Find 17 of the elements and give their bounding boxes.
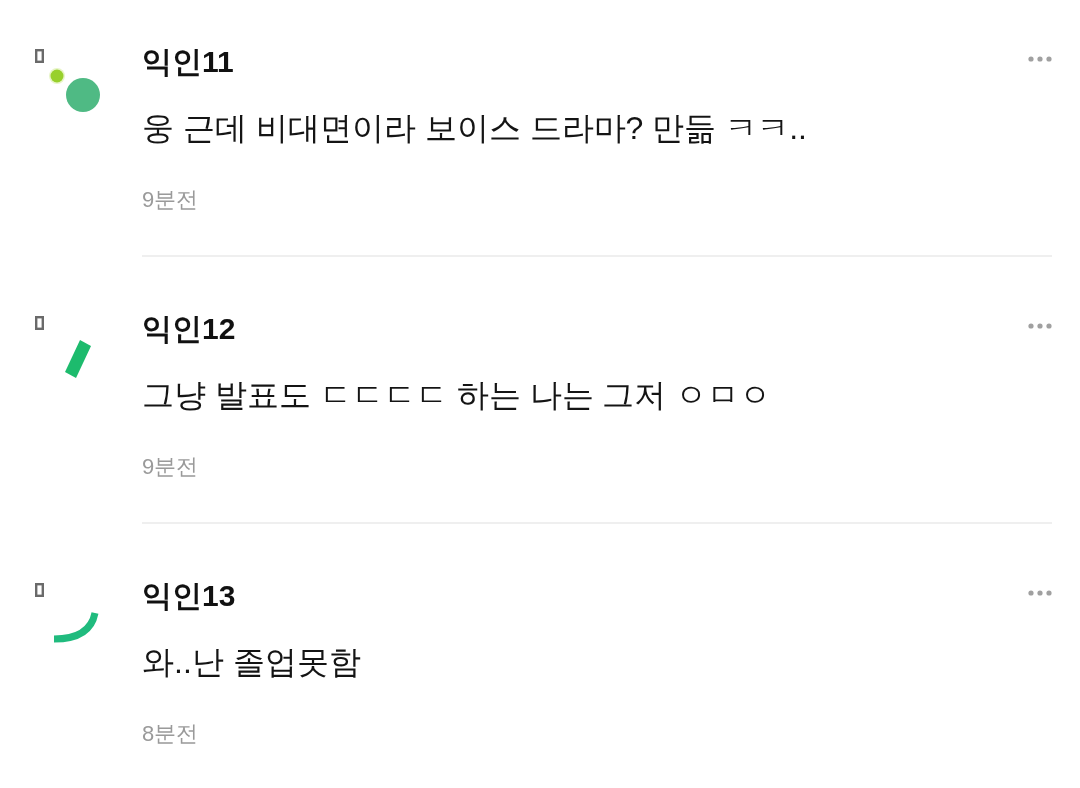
- author-name: 익인13: [142, 578, 236, 614]
- author-name: 익인12: [142, 311, 236, 347]
- more-icon[interactable]: [1028, 323, 1052, 329]
- more-icon[interactable]: [1028, 590, 1052, 596]
- timestamp: 9분전: [142, 453, 200, 481]
- box-glyph-icon: [35, 583, 44, 597]
- comment-text: 웅 근데 비대면이라 보이스 드라마? 만듦 ㅋㅋ..: [142, 109, 808, 148]
- timestamp: 9분전: [142, 186, 200, 214]
- more-icon[interactable]: [1028, 56, 1052, 62]
- box-glyph-icon: [35, 49, 44, 63]
- timestamp: 8분전: [142, 720, 200, 748]
- dots-avatar-icon: [48, 67, 100, 112]
- bar-avatar-icon: [64, 339, 91, 378]
- comment-text: 그냥 발표도 ㄷㄷㄷㄷ 하는 나는 그저 ㅇㅁㅇ: [142, 376, 773, 415]
- author-name: 익인11: [142, 44, 234, 80]
- box-glyph-icon: [35, 316, 44, 330]
- comment-text: 와..난 졸업못함: [142, 643, 362, 682]
